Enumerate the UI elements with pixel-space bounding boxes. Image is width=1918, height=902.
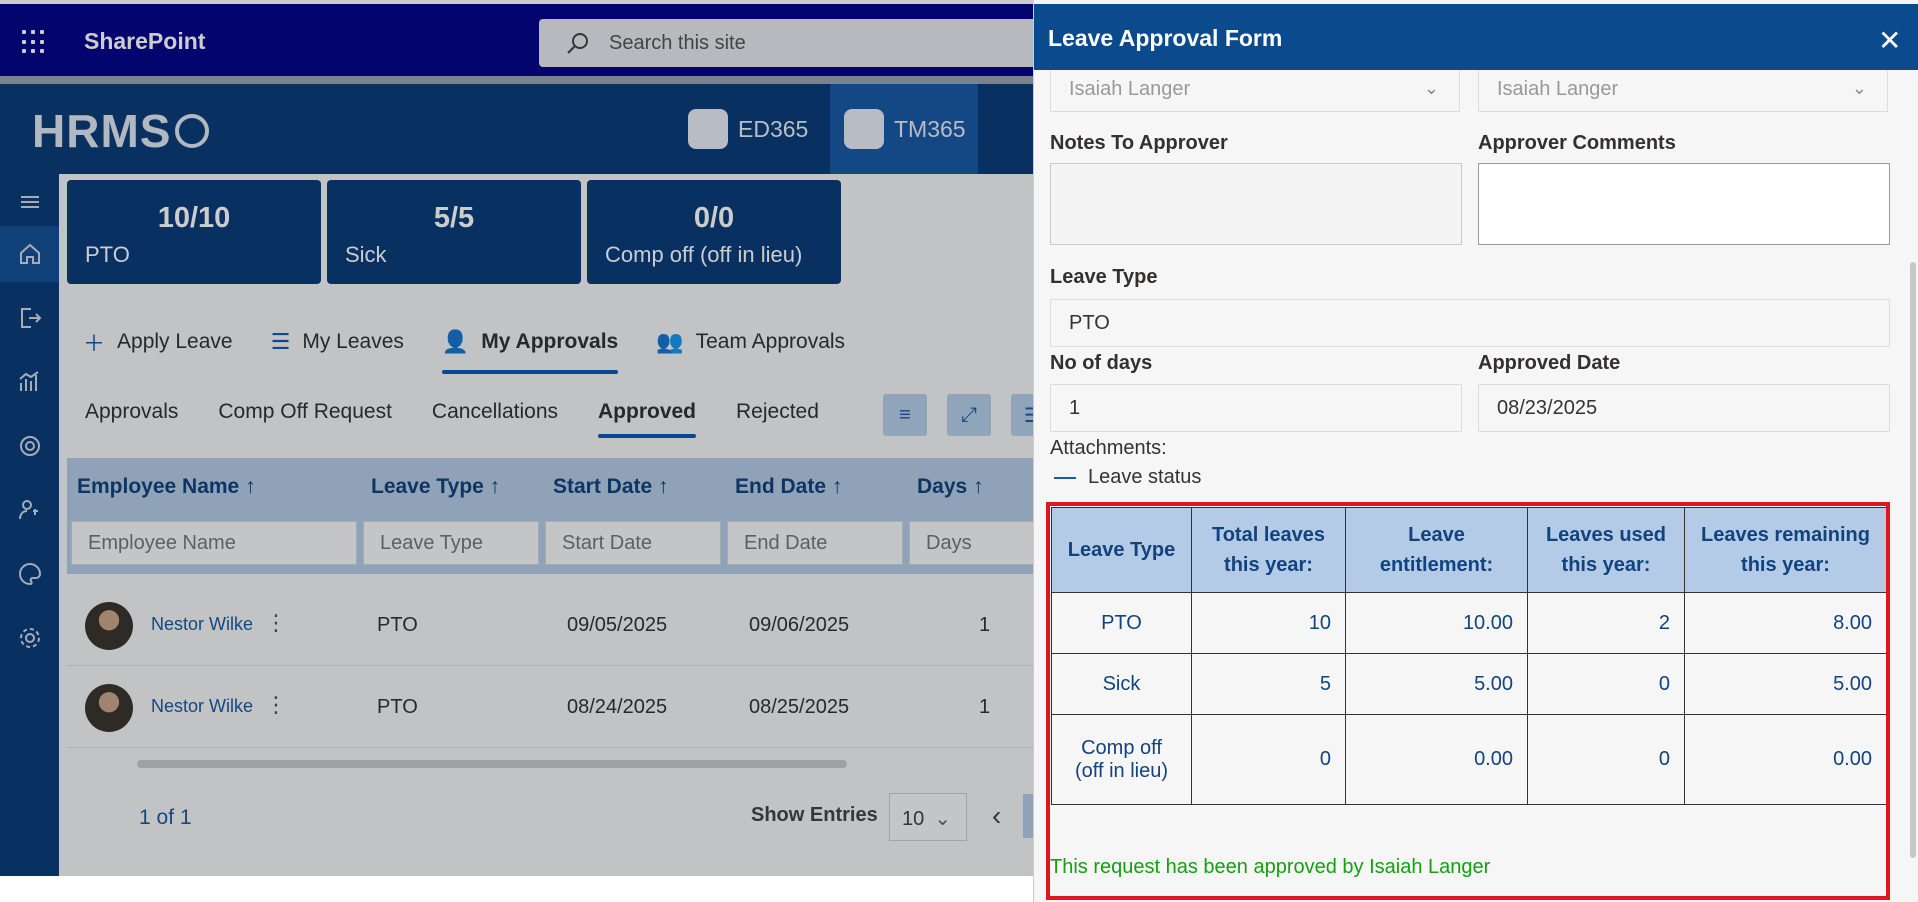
leave-approval-panel: Leave Approval Form ✕ Isaiah Langer ⌄ Isa…: [1033, 0, 1918, 902]
leave-type-field[interactable]: PTO: [1050, 299, 1890, 347]
notes-textarea[interactable]: [1050, 163, 1462, 245]
days-field[interactable]: 1: [1050, 384, 1462, 432]
collapse-icon: [1054, 476, 1076, 479]
approved-date-label: Approved Date: [1478, 352, 1621, 374]
approver-select-2[interactable]: Isaiah Langer ⌄: [1478, 70, 1888, 112]
panel-scrollbar[interactable]: [1910, 262, 1916, 858]
comments-label: Approver Comments: [1478, 132, 1676, 154]
attachments-label: Attachments:: [1050, 437, 1167, 459]
highlight-box: [1046, 502, 1890, 900]
leave-type-label: Leave Type: [1050, 266, 1158, 288]
chevron-down-icon: ⌄: [1851, 78, 1867, 98]
chevron-down-icon: ⌄: [1423, 78, 1439, 98]
overlay-dim[interactable]: [0, 76, 1033, 876]
leave-status-toggle[interactable]: Leave status: [1054, 466, 1201, 489]
approved-date-field[interactable]: 08/23/2025: [1478, 384, 1890, 432]
approver-select-1[interactable]: Isaiah Langer ⌄: [1050, 70, 1460, 112]
overlay-dim-top[interactable]: [0, 0, 1033, 76]
comments-textarea[interactable]: [1478, 163, 1890, 245]
panel-title: Leave Approval Form: [1048, 25, 1283, 51]
close-icon[interactable]: ✕: [1878, 24, 1901, 57]
days-label: No of days: [1050, 352, 1153, 374]
notes-label: Notes To Approver: [1050, 132, 1228, 154]
panel-header: Leave Approval Form ✕: [1034, 4, 1918, 70]
